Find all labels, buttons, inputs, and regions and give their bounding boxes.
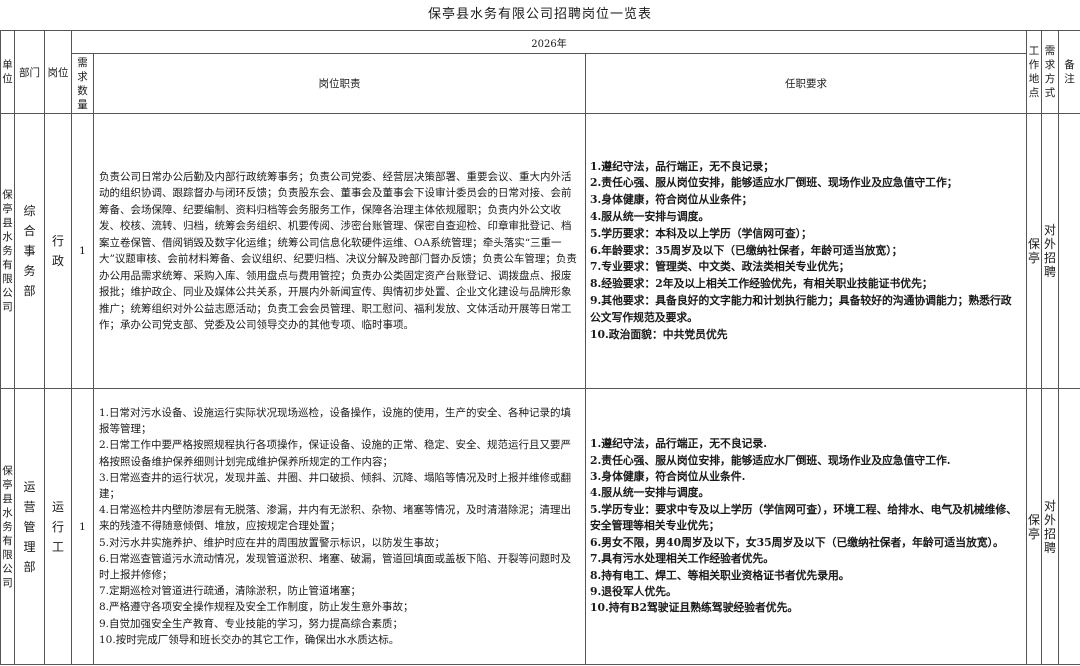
- table-row: 保亭县水务有限公司 综合事务部 行政 1 负责公司日常办公后勤及内部行政统筹事务…: [0, 113, 1080, 389]
- requirement-item: 7.具有污水处理相关工作经验者优先。: [590, 552, 775, 566]
- duty-item: 10.按时完成厂领导和班长交办的其它工作，确保出水水质达标。: [99, 633, 400, 646]
- header-method: 需求方式: [1041, 30, 1060, 114]
- header-requirements: 任职要求: [584, 53, 1028, 114]
- requirement-item: 2.责任心强、服从岗位安排，能够适应水厂倒班、现场作业及应急值守工作.: [590, 453, 951, 467]
- duty-item: 8.严格遵守各项安全操作规程及安全工作制度，防止发生意外事故；: [99, 601, 414, 614]
- table-row: 保亭县水务有限公司 运营管理部 运行工 1 1.日常对污水设备、设施运行实际状况…: [0, 388, 1080, 665]
- requirement-item: 1.遵纪守法，品行端正，无不良记录.: [590, 437, 767, 451]
- cell-count: 1: [71, 388, 94, 665]
- header-year: 2026年: [70, 30, 1028, 54]
- cell-requirements: 1.遵纪守法，品行端正，无不良记录； 2.责任心强、服从岗位安排，能够适应水厂倒…: [584, 113, 1028, 389]
- header-count: 需求数量: [71, 53, 94, 114]
- requirement-item: 10.持有B2驾驶证且熟练驾驶经验者优先。: [590, 601, 799, 615]
- requirement-item: 4.服从统一安排与调度。: [590, 210, 710, 223]
- cell-duties: 负责公司日常办公后勤及内部行政统筹事务；负责公司党委、经营层决策部署、重要会议、…: [93, 113, 586, 389]
- duty-item: 1.日常对污水设备、设施运行实际状况现场巡检，设备操作，设施的使用，生产的安全、…: [99, 406, 572, 436]
- requirement-item: 9.其他要求：具备良好的文字能力和计划执行能力；具备较好的沟通协调能力；熟悉行政…: [590, 293, 1012, 324]
- header-post: 岗位: [44, 30, 72, 114]
- cell-duties: 1.日常对污水设备、设施运行实际状况现场巡检，设备操作，设施的使用，生产的安全、…: [93, 388, 586, 665]
- header-remark: 备注: [1058, 30, 1080, 114]
- requirement-item: 5.学历专业：要求中专及以上学历（学信网可查），环境工程、给排水、电气及机械维修…: [590, 502, 1017, 533]
- cell-remark: [1058, 388, 1080, 665]
- cell-count: 1: [71, 113, 94, 389]
- cell-post: 行政: [44, 113, 72, 389]
- requirement-item: 6.男女不限，男40周岁及以下，女35周岁及以下（已缴纳社保者，年龄可适当放宽）…: [590, 535, 1004, 549]
- page-title: 保亭县水务有限公司招聘岗位一览表: [427, 7, 652, 22]
- cell-method: 对外招聘: [1041, 388, 1060, 665]
- duty-item: 9.自觉加强安全生产教育、专业技能的学习，努力提高综合素质；: [99, 617, 404, 630]
- recruitment-table: 单位 部门 岗位 2026年 工作地点 需求方式 备注 需求数量 岗位职责 任职…: [0, 30, 1080, 665]
- cell-method: 对外招聘: [1041, 113, 1060, 389]
- cell-remark: [1058, 113, 1080, 389]
- cell-post: 运行工: [44, 388, 72, 665]
- header-unit: 单位: [0, 30, 15, 114]
- requirement-item: 3.身体健康，符合岗位从业条件.: [590, 470, 746, 484]
- requirement-item: 8.持有电工、焊工、等相关职业资格证书者优先录用。: [590, 568, 850, 582]
- requirement-item: 6.年龄要求：35周岁及以下（已缴纳社保者，年龄可适当放宽）；: [590, 243, 903, 257]
- header-location: 工作地点: [1026, 30, 1043, 114]
- cell-dept: 运营管理部: [14, 388, 45, 665]
- duty-item: 2.日常工作中要严格按照规程执行各项操作，保证设备、设施的正常、稳定、安全、规范…: [99, 439, 572, 468]
- cell-requirements: 1.遵纪守法，品行端正，无不良记录. 2.责任心强、服从岗位安排，能够适应水厂倒…: [584, 388, 1028, 665]
- duty-item: 4.日常巡检井内壁防渗层有无脱落、渗漏，井内有无淤积、杂物、堵塞等情况，及时清潜…: [99, 504, 572, 533]
- duty-item: 6.日常巡查管道污水流动情况，发现管道淤积、堵塞、破漏，管道回填面或盖板下陷、开…: [99, 552, 572, 581]
- duty-item: 7.定期巡检对管道进行疏通，清除淤积，防止管道堵塞；: [99, 585, 362, 598]
- requirement-item: 9.退役军人优先。: [590, 584, 677, 598]
- requirement-item: 7.专业要求：管理类、中文类、政法类相关专业优先；: [590, 260, 850, 274]
- cell-unit: 保亭县水务有限公司: [0, 388, 15, 665]
- duty-item: 3.日常巡查井的运行状况，发现井盖、井圈、井口破损、倾斜、沉降、塌陷等情况及时上…: [99, 471, 572, 500]
- cell-location: 保亭: [1026, 388, 1043, 665]
- header-dept: 部门: [14, 30, 45, 114]
- requirement-item: 8.经验要求：2年及以上相关工作经验优先，有相关职业技能证书优先；: [590, 277, 933, 291]
- cell-location: 保亭: [1026, 113, 1043, 389]
- requirement-item: 4.服从统一安排与调度。: [590, 486, 710, 500]
- requirement-item: 5.学历要求：本科及以上学历（学信网可查）；: [590, 226, 812, 240]
- requirement-item: 2.责任心强、服从岗位安排，能够适应水厂倒班、现场作业及应急值守工作；: [590, 176, 958, 190]
- duty-item: 5.对污水井实施养护、维护时应在井的周围放置警示标识，以防发生事故；: [99, 536, 446, 549]
- cell-unit: 保亭县水务有限公司: [0, 113, 15, 389]
- requirement-item: 1.遵纪守法，品行端正，无不良记录；: [590, 159, 775, 173]
- requirement-item: 10.政治面貌：中共党员优先: [590, 327, 728, 341]
- header-duties: 岗位职责: [93, 53, 586, 114]
- cell-dept: 综合事务部: [14, 113, 45, 389]
- requirement-item: 3.身体健康，符合岗位从业条件；: [590, 193, 753, 207]
